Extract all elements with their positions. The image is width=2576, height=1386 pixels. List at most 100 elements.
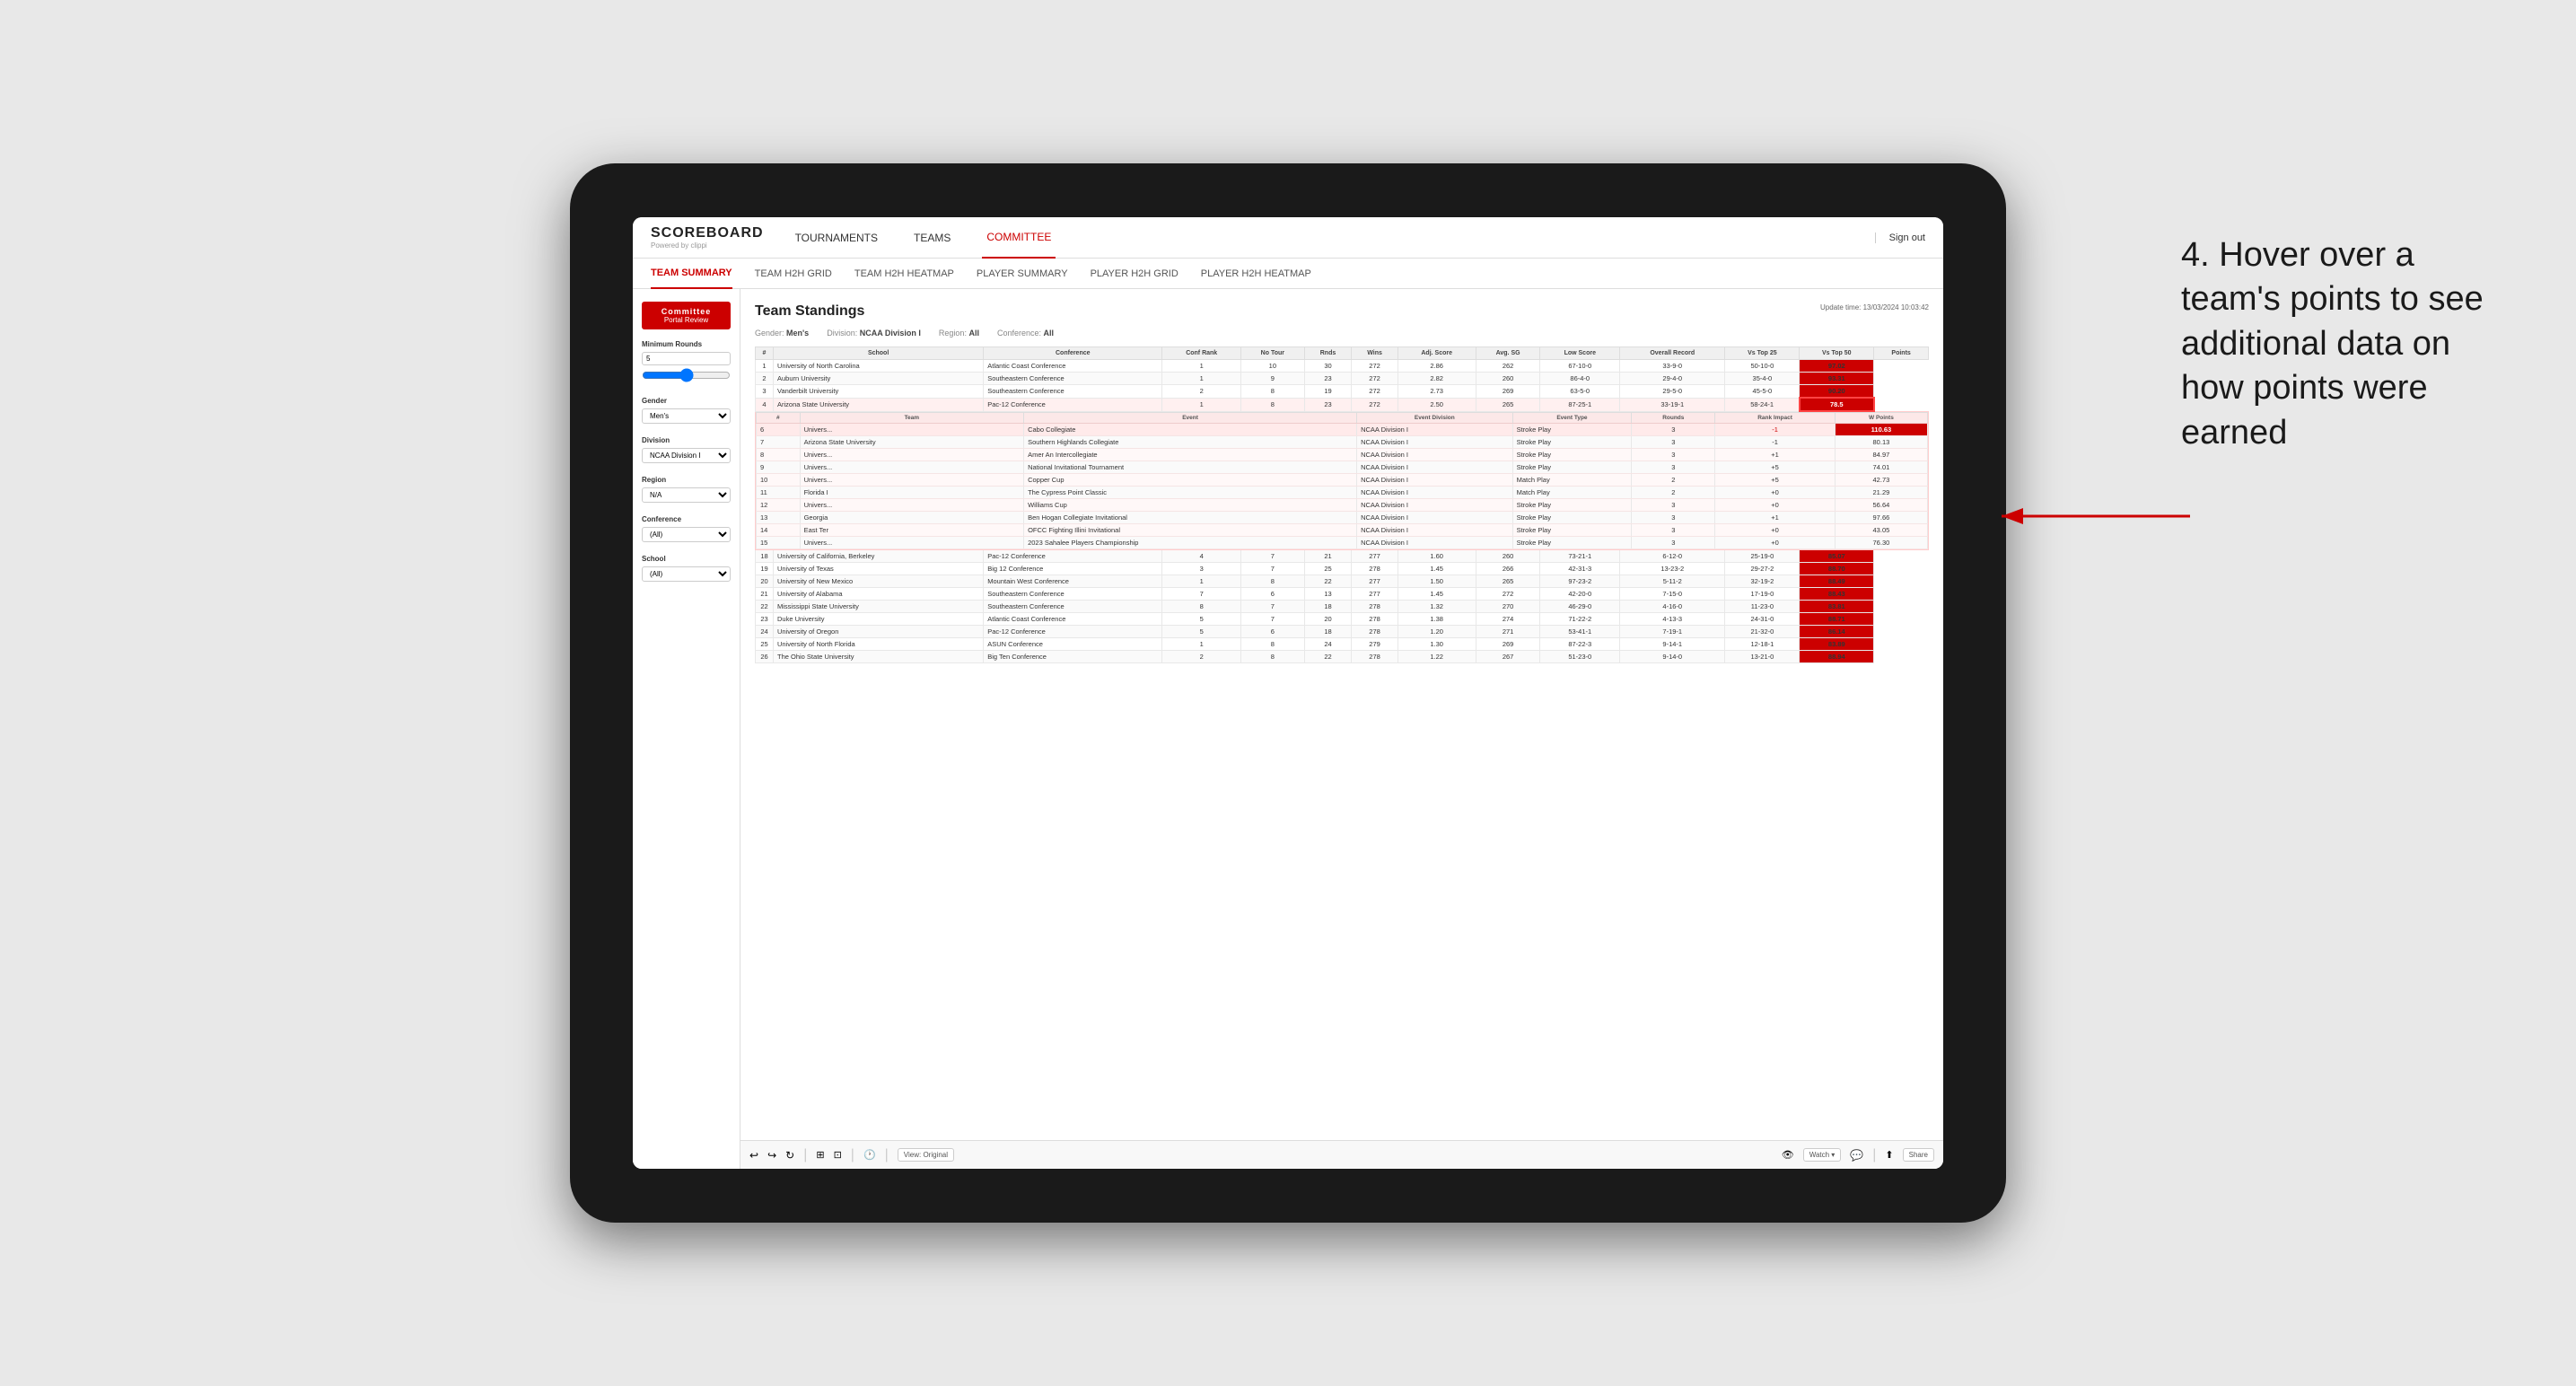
annotation-container: 4. Hover over a team's points to see add… bbox=[2181, 233, 2522, 455]
update-time: Update time: 13/03/2024 10:03:42 bbox=[1820, 303, 1929, 311]
scene: SCOREBOARD Powered by clippi TOURNAMENTS… bbox=[0, 0, 2576, 1386]
col-conference: Conference bbox=[984, 347, 1162, 360]
refresh-icon[interactable]: ↻ bbox=[785, 1149, 794, 1162]
table-row[interactable]: 25 University of North Florida ASUN Conf… bbox=[756, 638, 1929, 651]
main-nav: TOURNAMENTS TEAMS COMMITTEE bbox=[791, 217, 1875, 259]
committee-label: Committee bbox=[645, 307, 727, 316]
min-rounds-label: Minimum Rounds bbox=[642, 340, 731, 348]
comment-icon[interactable]: 💬 bbox=[1850, 1149, 1863, 1162]
col-vs50: Vs Top 50 bbox=[1800, 347, 1874, 360]
report-container: Team Standings Update time: 13/03/2024 1… bbox=[740, 289, 1943, 1169]
tablet-screen: SCOREBOARD Powered by clippi TOURNAMENTS… bbox=[633, 217, 1943, 1169]
expanded-table-row: 11 Florida I The Cypress Point Classic N… bbox=[757, 487, 1928, 499]
app-logo: SCOREBOARD bbox=[651, 225, 764, 241]
expanded-table-row: 15 Univers... 2023 Sahalee Players Champ… bbox=[757, 537, 1928, 549]
filter-division: Division NCAA Division I NCAA Division I… bbox=[642, 436, 731, 463]
table-row[interactable]: 2 Auburn University Southeastern Confere… bbox=[756, 373, 1929, 385]
table-row[interactable]: 22 Mississippi State University Southeas… bbox=[756, 601, 1929, 613]
subnav-player-summary[interactable]: PLAYER SUMMARY bbox=[977, 259, 1068, 289]
expanded-table-row: 13 Georgia Ben Hogan Collegiate Invitati… bbox=[757, 512, 1928, 524]
share-button[interactable]: Share bbox=[1903, 1148, 1934, 1162]
gender-select[interactable]: Men's Women's bbox=[642, 408, 731, 424]
redo-icon[interactable]: ↪ bbox=[767, 1149, 776, 1162]
bottom-toolbar: ↩ ↪ ↻ | ⊞ ⊡ | 🕐 | View: Original 👁 Watch… bbox=[740, 1140, 1943, 1169]
table-row-highlighted[interactable]: 4 Arizona State University Pac-12 Confer… bbox=[756, 398, 1929, 411]
filter-conference-display: Conference: All bbox=[997, 329, 1054, 338]
main-content: Committee Portal Review Minimum Rounds G… bbox=[633, 289, 1943, 1169]
col-wins: Wins bbox=[1352, 347, 1398, 360]
filter-school: School (All) bbox=[642, 555, 731, 582]
table-row[interactable]: 23 Duke University Atlantic Coast Confer… bbox=[756, 613, 1929, 626]
view-original-button[interactable]: View: Original bbox=[898, 1148, 954, 1162]
expanded-table-row: 8 Univers... Amer An Intercollegiate NCA… bbox=[757, 449, 1928, 461]
subnav-player-h2h-heatmap[interactable]: PLAYER H2H HEATMAP bbox=[1201, 259, 1311, 289]
col-rnds: Rnds bbox=[1304, 347, 1352, 360]
nav-teams[interactable]: TEAMS bbox=[909, 217, 955, 259]
min-rounds-input[interactable] bbox=[642, 352, 731, 365]
undo-icon[interactable]: ↩ bbox=[749, 1149, 758, 1162]
sign-out-link[interactable]: Sign out bbox=[1875, 232, 1925, 243]
nav-tournaments[interactable]: TOURNAMENTS bbox=[791, 217, 882, 259]
table-row[interactable]: 3 Vanderbilt University Southeastern Con… bbox=[756, 385, 1929, 399]
nav-committee[interactable]: COMMITTEE bbox=[982, 217, 1056, 259]
filter-minimum-rounds: Minimum Rounds bbox=[642, 340, 731, 384]
top-nav: SCOREBOARD Powered by clippi TOURNAMENTS… bbox=[633, 217, 1943, 259]
col-low: Low Score bbox=[1540, 347, 1620, 360]
col-avg-sg: Avg. SG bbox=[1476, 347, 1540, 360]
copy-icon[interactable]: ⊞ bbox=[816, 1149, 824, 1161]
col-conf-rank: Conf Rank bbox=[1162, 347, 1241, 360]
filter-region-display: Region: All bbox=[939, 329, 979, 338]
table-row[interactable]: 21 University of Alabama Southeastern Co… bbox=[756, 588, 1929, 601]
standings-table: # School Conference Conf Rank No Tour Rn… bbox=[755, 346, 1929, 663]
col-rank: # bbox=[756, 347, 774, 360]
col-points: Points bbox=[1874, 347, 1929, 360]
subnav-team-h2h-heatmap[interactable]: TEAM H2H HEATMAP bbox=[854, 259, 954, 289]
table-row[interactable]: 19 University of Texas Big 12 Conference… bbox=[756, 563, 1929, 575]
region-label: Region bbox=[642, 476, 731, 484]
subnav-player-h2h-grid[interactable]: PLAYER H2H GRID bbox=[1091, 259, 1178, 289]
subnav-team-h2h-grid[interactable]: TEAM H2H GRID bbox=[755, 259, 832, 289]
table-row[interactable]: 26 The Ohio State University Big Ten Con… bbox=[756, 651, 1929, 663]
col-school: School bbox=[774, 347, 984, 360]
app-logo-sub: Powered by clippi bbox=[651, 241, 764, 250]
tablet-device: SCOREBOARD Powered by clippi TOURNAMENTS… bbox=[570, 163, 2006, 1223]
expanded-table-row: 6 Univers... Cabo Collegiate NCAA Divisi… bbox=[757, 424, 1928, 436]
expanded-table-row: 12 Univers... Williams Cup NCAA Division… bbox=[757, 499, 1928, 512]
table-row[interactable]: 20 University of New Mexico Mountain Wes… bbox=[756, 575, 1929, 588]
region-select[interactable]: N/A Northeast Southeast bbox=[642, 487, 731, 503]
committee-portal-header: Committee Portal Review bbox=[642, 302, 731, 329]
table-row[interactable]: 1 University of North Carolina Atlantic … bbox=[756, 360, 1929, 373]
conference-select[interactable]: (All) ACC SEC bbox=[642, 527, 731, 542]
sub-nav: TEAM SUMMARY TEAM H2H GRID TEAM H2H HEAT… bbox=[633, 259, 1943, 289]
table-row[interactable]: 24 University of Oregon Pac-12 Conferenc… bbox=[756, 626, 1929, 638]
logo-area: SCOREBOARD Powered by clippi bbox=[651, 225, 764, 250]
filter-gender-display: Gender: Men's bbox=[755, 329, 809, 338]
gender-label: Gender bbox=[642, 397, 731, 405]
filter-region: Region N/A Northeast Southeast bbox=[642, 476, 731, 503]
standings-title: Team Standings bbox=[755, 303, 864, 320]
report-area: Team Standings Update time: 13/03/2024 1… bbox=[740, 289, 1943, 1140]
division-select[interactable]: NCAA Division I NCAA Division II NCAA Di… bbox=[642, 448, 731, 463]
min-rounds-slider[interactable] bbox=[642, 368, 731, 382]
eye-icon: 👁 bbox=[1782, 1149, 1794, 1161]
expanded-table-row: 7 Arizona State University Southern High… bbox=[757, 436, 1928, 449]
expanded-table-row: 14 East Ter OFCC Fighting Illini Invitat… bbox=[757, 524, 1928, 537]
annotation-text: 4. Hover over a team's points to see add… bbox=[2181, 233, 2522, 455]
expanded-events-table: # Team Event Event Division Event Type R… bbox=[756, 412, 1928, 549]
school-select[interactable]: (All) bbox=[642, 566, 731, 582]
share-icon[interactable]: ⬆ bbox=[1885, 1149, 1893, 1161]
sidebar-filters: Committee Portal Review Minimum Rounds G… bbox=[633, 289, 740, 1169]
highlighted-points-cell[interactable]: 78.5 bbox=[1800, 398, 1874, 411]
col-overall: Overall Record bbox=[1620, 347, 1725, 360]
expanded-table-row: 9 Univers... National Invitational Tourn… bbox=[757, 461, 1928, 474]
subnav-team-summary[interactable]: TEAM SUMMARY bbox=[651, 259, 732, 289]
grid-icon[interactable]: ⊡ bbox=[834, 1149, 842, 1161]
expanded-details-row: # Team Event Event Division Event Type R… bbox=[756, 411, 1929, 550]
annotation-arrow bbox=[1993, 503, 2190, 530]
table-row[interactable]: 18 University of California, Berkeley Pa… bbox=[756, 550, 1929, 563]
division-label: Division bbox=[642, 436, 731, 444]
clock-icon[interactable]: 🕐 bbox=[863, 1149, 876, 1161]
conference-label: Conference bbox=[642, 515, 731, 523]
watch-button[interactable]: Watch ▾ bbox=[1803, 1148, 1842, 1162]
report-filters: Gender: Men's Division: NCAA Division I … bbox=[755, 329, 1929, 338]
